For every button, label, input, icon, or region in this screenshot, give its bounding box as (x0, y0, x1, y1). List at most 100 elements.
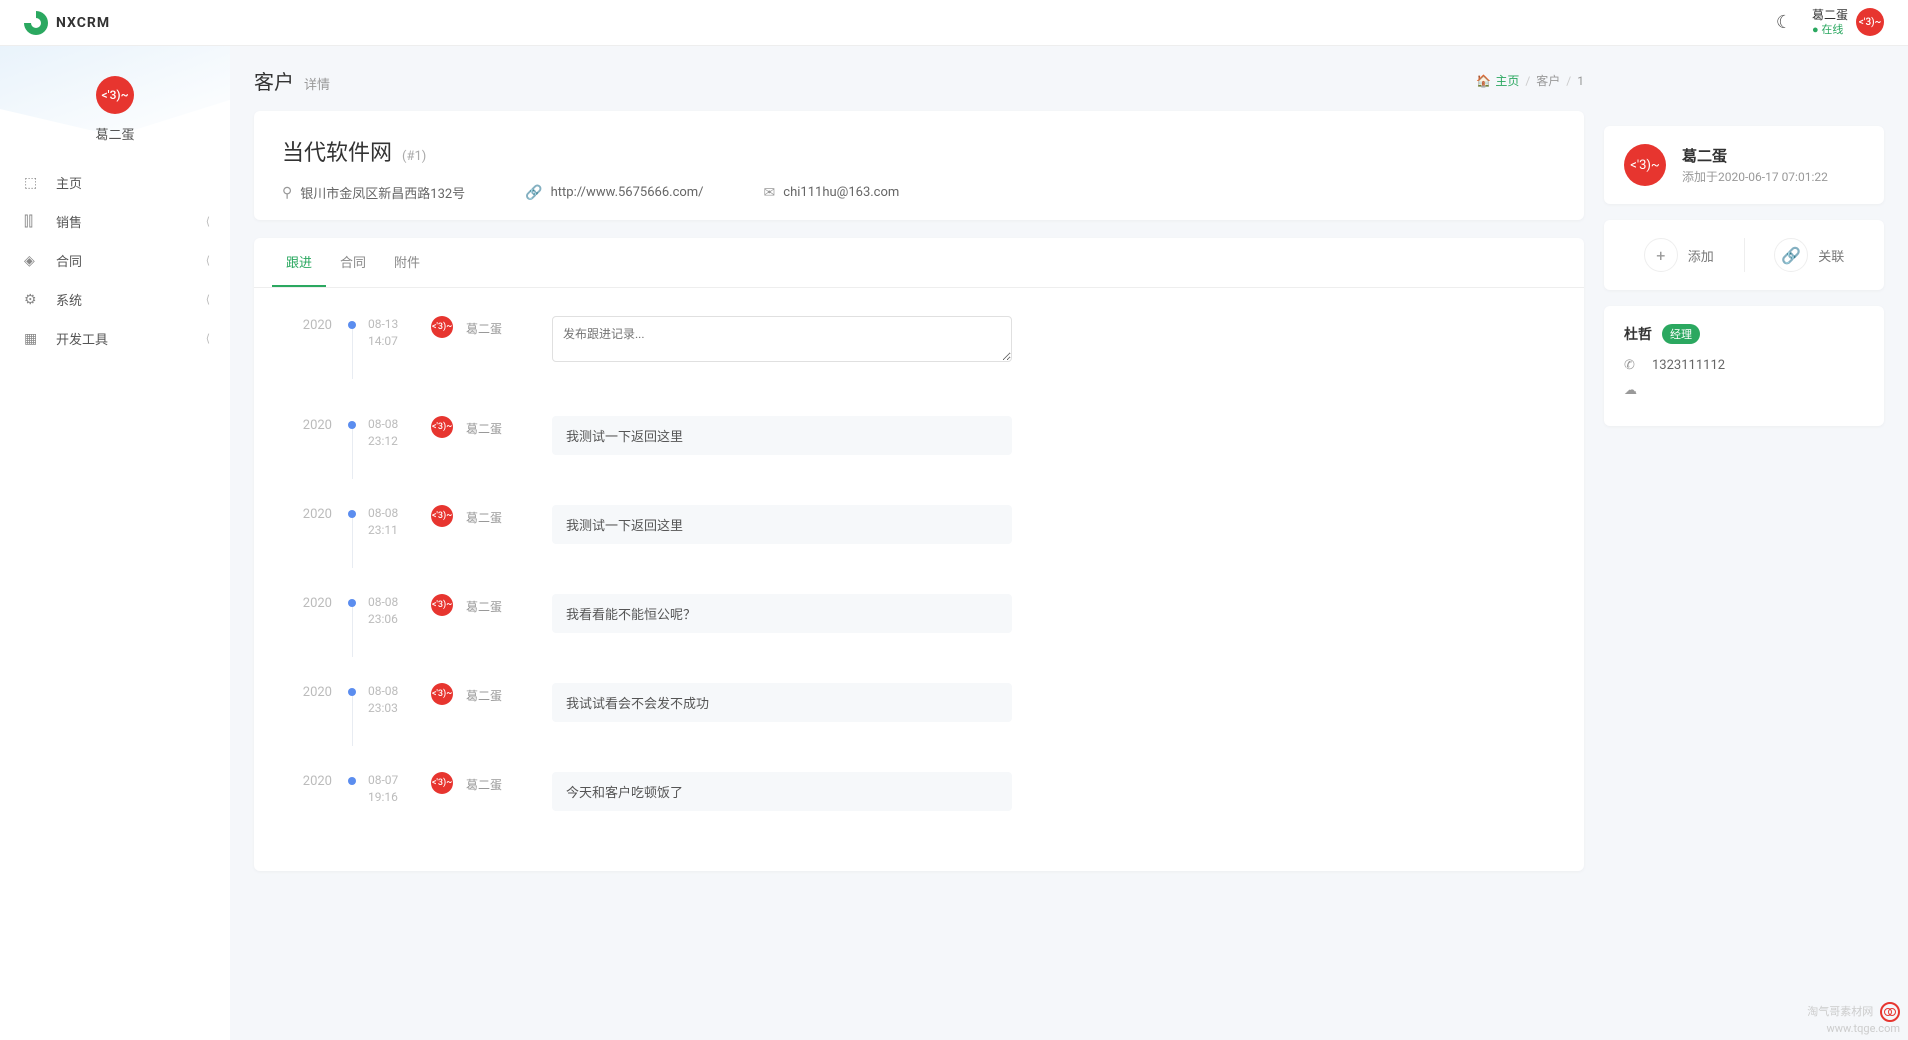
nav-icon: ⚙ (24, 292, 42, 308)
timeline-row: 202008-0823:11<'3)~葛二蛋我测试一下返回这里 (282, 505, 1556, 594)
contact-role-badge: 经理 (1662, 324, 1700, 344)
sidebar-username: 葛二蛋 (0, 124, 230, 143)
sidebar-avatar: <'3)~ (96, 76, 134, 114)
timeline-datetime: 08-0823:06 (362, 594, 422, 628)
timeline-message: 我看看能不能恒公呢？ (552, 594, 1012, 633)
wechat-icon: ☁ (1624, 383, 1640, 398)
sidebar: <'3)~ 葛二蛋 ⬚主页⫿⫿销售⟨◈合同⟨⚙系统⟨▦开发工具⟨ (0, 46, 230, 1040)
breadcrumb-section[interactable]: 客户 (1536, 72, 1560, 89)
breadcrumb-id: 1 (1577, 74, 1584, 88)
nav-icon: ⫿⫿ (24, 214, 42, 230)
timeline-avatar: <'3)~ (431, 416, 453, 438)
owner-name: 葛二蛋 (1682, 145, 1828, 166)
timeline-dot (348, 777, 356, 785)
timeline-avatar: <'3)~ (431, 683, 453, 705)
timeline-dot (348, 599, 356, 607)
timeline-year: 2020 (282, 772, 342, 789)
timeline-message: 今天和客户吃顿饭了 (552, 772, 1012, 811)
timeline-avatar: <'3)~ (431, 594, 453, 616)
timeline-user: 葛二蛋 (462, 316, 522, 337)
sidebar-nav: ⬚主页⫿⫿销售⟨◈合同⟨⚙系统⟨▦开发工具⟨ (0, 153, 230, 368)
map-icon: ⚲ (282, 185, 292, 201)
link-button[interactable]: 🔗 关联 (1745, 238, 1875, 272)
timeline-message: 我试试看会不会发不成功 (552, 683, 1012, 722)
nav-item-4[interactable]: ▦ 开发工具 ⟨ (0, 319, 230, 358)
tab-0[interactable]: 跟进 (272, 238, 326, 287)
nav-icon: ▦ (24, 331, 42, 347)
owner-card: <'3)~ 葛二蛋 添加于2020-06-17 07:01:22 (1604, 126, 1884, 204)
timeline-avatar: <'3)~ (431, 505, 453, 527)
link-icon: 🔗 (525, 185, 542, 201)
timeline-avatar: <'3)~ (431, 772, 453, 794)
page-header: 客户 详情 🏠 主页 / 客户 / 1 (254, 66, 1584, 95)
contact-name: 杜哲 (1624, 324, 1652, 344)
plus-icon: + (1644, 238, 1678, 272)
breadcrumb: 🏠 主页 / 客户 / 1 (1476, 72, 1584, 89)
timeline-year: 2020 (282, 416, 342, 433)
nav-icon: ◈ (24, 253, 42, 269)
actions-card: + 添加 🔗 关联 (1604, 220, 1884, 290)
owner-added-date: 添加于2020-06-17 07:01:22 (1682, 168, 1828, 185)
timeline-row: 2020 08-1314:07 <'3)~ 葛二蛋 (282, 316, 1556, 416)
contact-wechat: ☁ (1624, 383, 1864, 398)
top-header: NXCRM ☾ 葛二蛋 在线 <'3)~ (0, 0, 1908, 46)
link-icon: 🔗 (1774, 238, 1808, 272)
chevron-right-icon: ⟨ (206, 332, 210, 345)
timeline-year: 2020 (282, 594, 342, 611)
chevron-right-icon: ⟨ (206, 215, 210, 228)
tab-2[interactable]: 附件 (380, 238, 434, 287)
nav-item-3[interactable]: ⚙系统⟨ (0, 280, 230, 319)
timeline: 2020 08-1314:07 <'3)~ 葛二蛋 2020 08-0823:12 <'3)… (254, 288, 1584, 871)
dashboard-icon: 🏠 (1476, 74, 1491, 88)
add-button[interactable]: + 添加 (1614, 238, 1745, 272)
timeline-row: 202008-0823:12<'3)~葛二蛋我测试一下返回这里 (282, 416, 1556, 505)
dark-mode-icon[interactable]: ☾ (1776, 12, 1792, 33)
breadcrumb-home[interactable]: 🏠 主页 (1476, 72, 1519, 89)
timeline-row: 202008-0823:03<'3)~葛二蛋我试试看会不会发不成功 (282, 683, 1556, 772)
timeline-user: 葛二蛋 (462, 505, 522, 526)
timeline-user: 葛二蛋 (462, 772, 522, 793)
timeline-dot (348, 321, 356, 329)
nav-label: 主页 (56, 173, 82, 192)
timeline-year: 2020 (282, 316, 342, 333)
timeline-row: 202008-0719:16<'3)~葛二蛋今天和客户吃顿饭了 (282, 772, 1556, 861)
logo-icon (24, 11, 48, 35)
detail-tabs: 跟进合同附件 (254, 238, 1584, 288)
phone-icon: ✆ (1624, 358, 1640, 373)
timeline-datetime: 08-0823:11 (362, 505, 422, 539)
nav-item-2[interactable]: ◈合同⟨ (0, 241, 230, 280)
timeline-datetime: 08-0823:12 (362, 416, 422, 450)
timeline-user: 葛二蛋 (462, 683, 522, 704)
nav-label: 开发工具 (56, 329, 108, 348)
nav-icon: ⬚ (24, 175, 42, 191)
header-user-status: 在线 (1812, 23, 1848, 37)
watermark-logo-icon (1880, 1002, 1900, 1022)
timeline-message: 我测试一下返回这里 (552, 505, 1012, 544)
compose-input[interactable] (552, 316, 1012, 362)
timeline-datetime: 08-1314:07 (362, 316, 422, 350)
customer-email[interactable]: ✉ chi111hu@163.com (764, 183, 900, 202)
detail-card: 跟进合同附件 2020 08-1314:07 <'3)~ 葛二蛋 2020 08-0823… (254, 238, 1584, 871)
timeline-row: 2020 08-0823:06 <'3)~ 葛二蛋 我看看能不能恒公呢？ (282, 594, 1556, 683)
header-user-name: 葛二蛋 (1812, 8, 1848, 24)
timeline-user: 葛二蛋 (462, 594, 522, 615)
page-subtitle: 详情 (304, 74, 330, 93)
nav-item-0[interactable]: ⬚ 主页 (0, 163, 230, 202)
nav-item-1[interactable]: ⫿⫿ 销售 ⟨ (0, 202, 230, 241)
sidebar-user-block: <'3)~ 葛二蛋 (0, 56, 230, 153)
header-user[interactable]: 葛二蛋 在线 <'3)~ (1812, 8, 1884, 38)
nav-label: 合同 (56, 251, 82, 270)
owner-avatar: <'3)~ (1624, 144, 1666, 186)
contact-phone: ✆ 1323111112 (1624, 358, 1864, 373)
contact-card: 杜哲 经理 ✆ 1323111112 ☁ (1604, 306, 1884, 426)
tab-1[interactable]: 合同 (326, 238, 380, 287)
timeline-avatar: <'3)~ (431, 316, 453, 338)
customer-website[interactable]: 🔗 http://www.5675666.com/ (525, 183, 703, 202)
timeline-dot (348, 421, 356, 429)
customer-address: ⚲ 银川市金凤区新昌西路132号 (282, 183, 465, 202)
timeline-datetime: 08-0823:03 (362, 683, 422, 717)
nav-label: 销售 (56, 212, 82, 231)
logo[interactable]: NXCRM (24, 11, 110, 35)
timeline-user: 葛二蛋 (462, 416, 522, 437)
header-avatar: <'3)~ (1856, 8, 1884, 36)
